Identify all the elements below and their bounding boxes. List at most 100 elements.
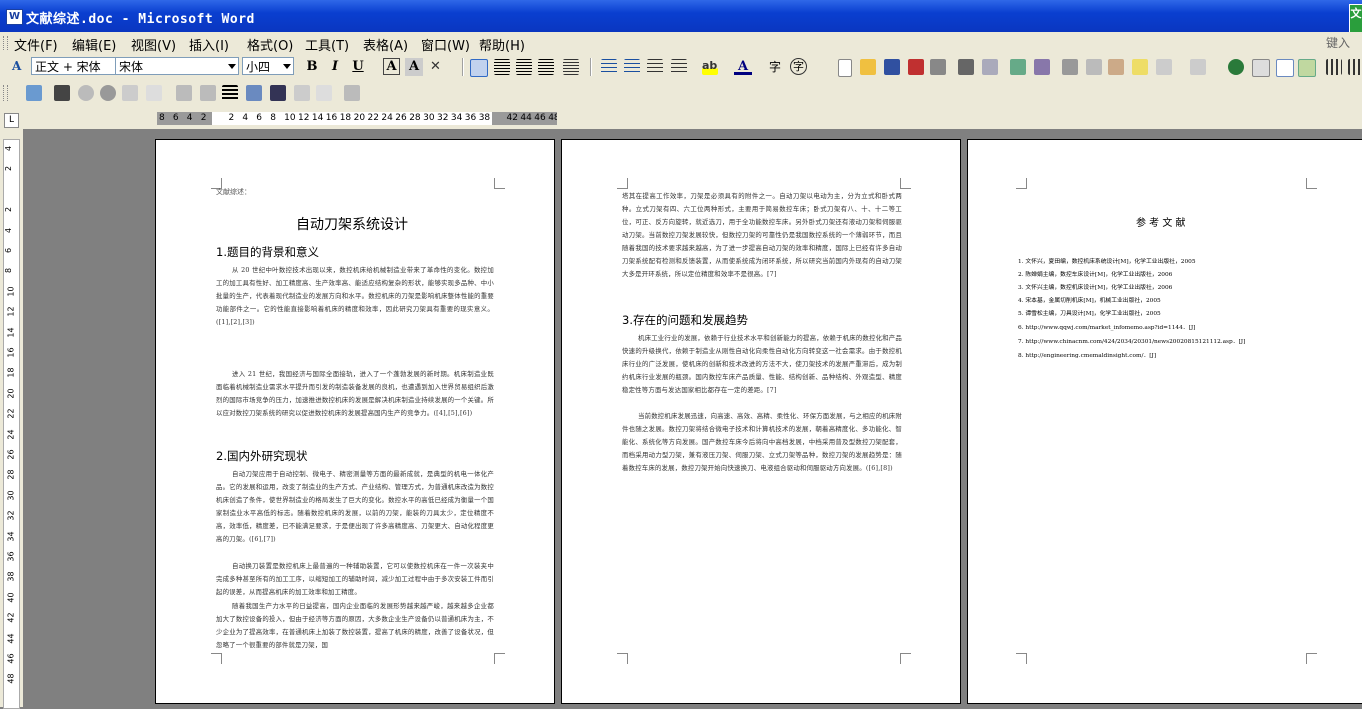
decrease-indent-icon[interactable]	[647, 59, 663, 75]
insert-table-icon[interactable]	[1276, 59, 1294, 77]
vertical-ruler[interactable]: 4 2 2 4 6 8 10 12 14 16 18 20 22 24 26 28 30 32 34 36 38 40 42…	[0, 129, 23, 709]
document-page-2[interactable]: 塔其在提高工作效率，刀架是必须具有的附件之一。自动刀架以电动为主，分为立式和卧式…	[561, 139, 961, 704]
tab-selector[interactable]: L	[4, 113, 19, 128]
word-document-icon[interactable]: W	[6, 9, 23, 25]
toolbar-grip[interactable]	[3, 85, 8, 101]
crop-icon[interactable]	[176, 85, 192, 101]
insert-picture-icon[interactable]	[26, 85, 42, 101]
menu-table[interactable]: 表格(A)	[363, 35, 408, 54]
justify-icon[interactable]	[538, 59, 554, 75]
more-contrast-icon[interactable]	[78, 85, 94, 101]
char-shading-button[interactable]: A	[405, 58, 423, 76]
highlight-icon[interactable]: ab	[702, 59, 718, 75]
paste-icon[interactable]	[1108, 59, 1124, 75]
vertical-ruler-mark: 48	[6, 673, 16, 684]
underline-button[interactable]: U	[349, 58, 367, 76]
permission-icon[interactable]	[908, 59, 924, 75]
menu-edit[interactable]: 编辑(E)	[72, 35, 116, 54]
copy-icon[interactable]	[1086, 59, 1102, 75]
hyperlink-icon[interactable]	[1228, 59, 1244, 75]
align-center-icon[interactable]	[494, 59, 510, 75]
format-painter-icon[interactable]	[1132, 59, 1148, 75]
print-icon[interactable]	[958, 59, 974, 75]
section-heading-2: 2.国内外研究现状	[216, 449, 308, 463]
menu-format[interactable]: 格式(O)	[247, 35, 293, 54]
compress-picture-icon[interactable]	[246, 85, 262, 101]
ruler-mark: 2	[228, 113, 235, 123]
menu-file[interactable]: 文件(F)	[14, 35, 58, 54]
char-border-button[interactable]: A	[383, 58, 400, 75]
paragraph-6: 塔其在提高工作效率，刀架是必须具有的附件之一。自动刀架以电动为主，分为立式和卧式…	[622, 192, 902, 278]
cut-icon[interactable]	[1062, 59, 1078, 75]
redo-icon[interactable]	[1190, 59, 1206, 75]
bullets-icon[interactable]	[624, 59, 640, 75]
reference-link[interactable]: 7. http://www.chinacnm.com/424/2034/2030…	[1018, 336, 1245, 345]
less-contrast-icon[interactable]	[100, 85, 116, 101]
size-combo[interactable]: 小四	[242, 57, 294, 75]
ruler-mark: 18	[339, 113, 352, 123]
vertical-ruler-track: 4 2 2 4 6 8 10 12 14 16 18 20 22 24 26 28 30 32 34 36 38 40 42…	[3, 139, 20, 709]
document-page-1[interactable]: 文献综述： 自动刀架系统设计 1.题目的背景和意义 从 20 世纪中叶数控技术出…	[155, 139, 555, 704]
crop-mark	[1016, 178, 1027, 189]
reset-picture-icon[interactable]	[344, 85, 360, 101]
help-search-box[interactable]: 键入	[1326, 34, 1350, 51]
ruler-mark: 28	[409, 113, 421, 123]
menu-help[interactable]: 帮助(H)	[479, 35, 525, 54]
align-left-icon[interactable]	[470, 59, 488, 77]
ruler-mark: 20	[353, 113, 366, 123]
font-combo[interactable]: 宋体	[115, 57, 239, 75]
more-brightness-icon[interactable]	[122, 85, 138, 101]
scale-text-icon[interactable]: ✕	[430, 59, 446, 75]
align-right-icon[interactable]	[516, 59, 532, 75]
vertical-ruler-mark: 46	[6, 653, 16, 664]
drawing-icon[interactable]	[1348, 59, 1362, 75]
font-color-button[interactable]: A	[734, 58, 752, 75]
paragraph-4: 自动换刀装置是数控机床上最普遍的一种辅助装置，它可以使数控机床在一件一次装夹中完…	[216, 562, 494, 596]
set-transparent-color-icon[interactable]	[316, 85, 332, 101]
spelling-icon[interactable]	[1010, 59, 1026, 75]
italic-button[interactable]: I	[326, 58, 344, 76]
ruler-mark: 26	[395, 113, 407, 123]
save-icon[interactable]	[884, 59, 900, 75]
reference-link[interactable]: 8. http://engineering.cmemaldinsight.com…	[1018, 350, 1156, 359]
insert-excel-icon[interactable]	[1298, 59, 1316, 77]
reference-link[interactable]: 6. http://www.qqwj.com/market_infomemo.a…	[1018, 322, 1195, 331]
ruler-mark: 8	[270, 113, 276, 123]
print-preview-icon[interactable]	[982, 59, 998, 75]
less-brightness-icon[interactable]	[146, 85, 162, 101]
undo-icon[interactable]	[1156, 59, 1172, 75]
formatting-toolbar: A 正文 + 宋体 宋体 小四 B I U A A ✕ ab A 字 字	[0, 54, 1362, 81]
menu-tools[interactable]: 工具(T)	[305, 35, 349, 54]
rotate-icon[interactable]	[200, 85, 216, 101]
document-page-3[interactable]: 参 考 文 献 1. 文怀兴，夏田编，数控机床系统设计[M]，化学工业出版社，2…	[967, 139, 1362, 704]
email-icon[interactable]	[930, 59, 946, 75]
crop-mark	[1306, 178, 1317, 189]
increase-indent-icon[interactable]	[671, 59, 687, 75]
line-spacing-icon[interactable]	[563, 59, 579, 75]
menu-insert[interactable]: 插入(I)	[189, 35, 229, 54]
toolbar-separator	[590, 58, 592, 76]
phonetic-guide-button[interactable]: 字	[766, 58, 784, 76]
color-icon[interactable]	[54, 85, 70, 101]
tables-borders-icon[interactable]	[1252, 59, 1270, 77]
text-wrapping-icon[interactable]	[270, 85, 286, 101]
line-style-icon[interactable]	[222, 85, 238, 101]
section-heading-1: 1.题目的背景和意义	[216, 245, 319, 259]
numbering-icon[interactable]	[601, 59, 617, 75]
vertical-ruler-mark: 2	[4, 166, 14, 172]
format-picture-icon[interactable]	[294, 85, 310, 101]
vertical-ruler-mark: 36	[6, 551, 16, 562]
vertical-ruler-mark: 28	[6, 469, 16, 480]
encircle-char-button[interactable]: 字	[790, 58, 807, 75]
styles-pane-icon[interactable]: A	[12, 59, 28, 75]
horizontal-ruler[interactable]: 8 6 4 2 2 4 6 8 10 12 14 16 18 20 22 24 26 28 30 32 34 36 38 42…	[157, 112, 557, 125]
ruler-mark: 8	[159, 113, 165, 123]
columns-icon[interactable]	[1326, 59, 1342, 75]
research-icon[interactable]	[1034, 59, 1050, 75]
open-folder-icon[interactable]	[860, 59, 876, 75]
new-document-icon[interactable]	[838, 59, 852, 77]
bold-button[interactable]: B	[303, 58, 321, 76]
menu-window[interactable]: 窗口(W)	[421, 35, 470, 54]
menu-view[interactable]: 视图(V)	[131, 35, 176, 54]
menu-grip[interactable]	[3, 36, 8, 50]
